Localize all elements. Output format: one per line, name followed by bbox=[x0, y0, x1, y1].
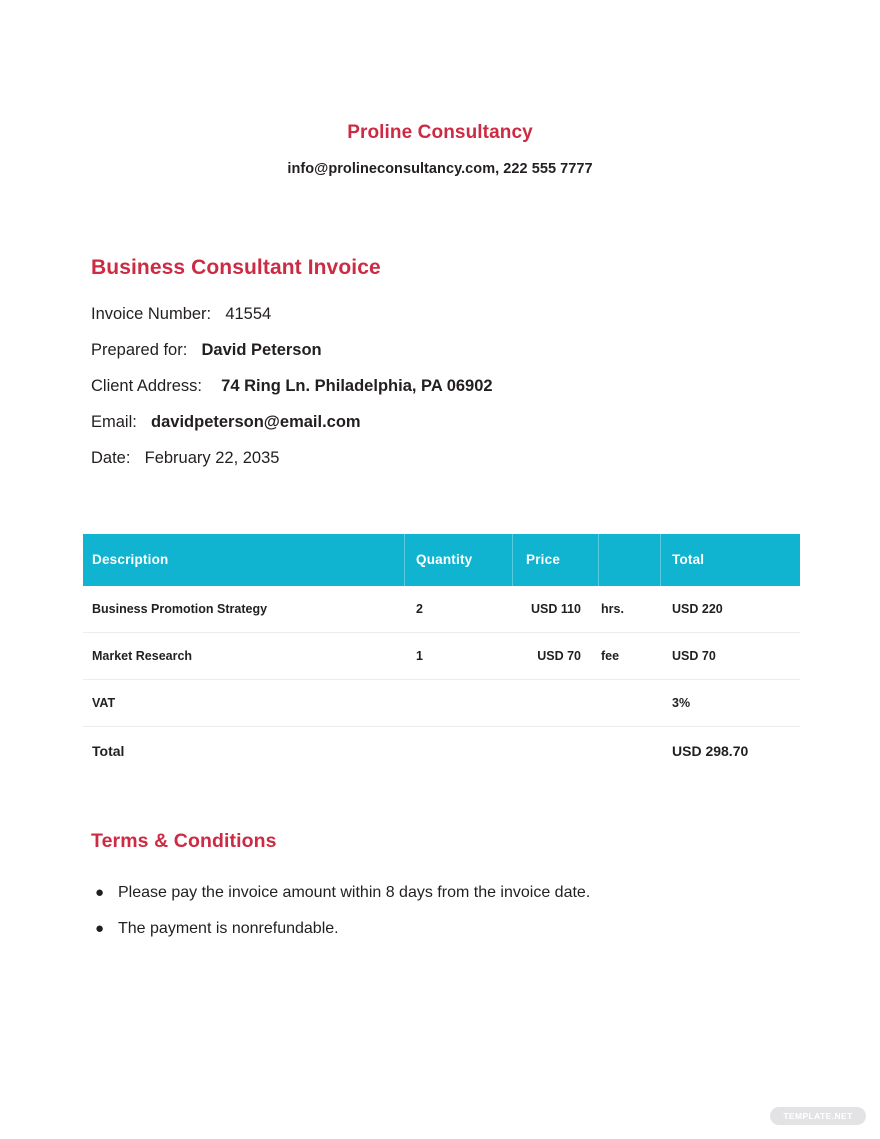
prepared-for-row: Prepared for: David Peterson bbox=[91, 332, 791, 368]
table-row: Market Research 1 USD 70 fee USD 70 bbox=[83, 633, 800, 680]
terms-list: ● Please pay the invoice amount within 8… bbox=[91, 875, 791, 947]
terms-and-conditions: Terms & Conditions ● Please pay the invo… bbox=[91, 830, 791, 947]
list-item: ● Please pay the invoice amount within 8… bbox=[91, 875, 791, 911]
invoice-details: Business Consultant Invoice Invoice Numb… bbox=[91, 256, 791, 476]
cell-quantity: 1 bbox=[416, 649, 423, 663]
line-items-table: Description Quantity Price Total Busines… bbox=[83, 534, 800, 773]
company-contact-line: info@prolineconsultancy.com, 222 555 777… bbox=[287, 160, 593, 177]
cell-total: USD 220 bbox=[672, 602, 723, 616]
email-value: davidpeterson@email.com bbox=[151, 413, 361, 431]
table-header-row: Description Quantity Price Total bbox=[83, 534, 800, 586]
grand-total-label: Total bbox=[92, 743, 125, 759]
email-label: Email: bbox=[91, 413, 137, 431]
cell-price: USD 110 bbox=[530, 602, 581, 616]
column-divider bbox=[512, 534, 513, 586]
company-name: Proline Consultancy bbox=[347, 122, 533, 143]
cell-vat-rate: 3% bbox=[672, 696, 691, 710]
column-divider bbox=[598, 534, 599, 586]
table-row: Business Promotion Strategy 2 USD 110 hr… bbox=[83, 586, 800, 633]
cell-quantity: 2 bbox=[416, 602, 423, 616]
invoice-page: Proline Consultancy info@prolineconsulta… bbox=[0, 0, 880, 1139]
letterhead: Proline Consultancy info@prolineconsulta… bbox=[0, 122, 880, 177]
date-value: February 22, 2035 bbox=[144, 449, 280, 467]
cell-description: Market Research bbox=[92, 649, 193, 663]
table-row-grand-total: Total USD 298.70 bbox=[83, 727, 800, 773]
date-label: Date: bbox=[91, 449, 131, 467]
bullet-icon: ● bbox=[95, 920, 105, 937]
watermark-text: TEMPLATE.NET bbox=[783, 1111, 853, 1121]
client-address-row: Client Address: 74 Ring Ln. Philadelphia… bbox=[91, 368, 791, 404]
client-address-label: Client Address: bbox=[91, 377, 202, 395]
prepared-for-value: David Peterson bbox=[201, 341, 322, 359]
page-title: Business Consultant Invoice bbox=[91, 256, 381, 279]
column-header-total: Total bbox=[672, 552, 705, 567]
list-item: ● The payment is nonrefundable. bbox=[91, 911, 791, 947]
column-divider bbox=[660, 534, 661, 586]
terms-item-text: The payment is nonrefundable. bbox=[118, 920, 339, 937]
column-header-quantity: Quantity bbox=[416, 552, 473, 567]
cell-description: VAT bbox=[92, 696, 116, 710]
invoice-number-value: 41554 bbox=[225, 305, 272, 323]
cell-price: USD 70 bbox=[537, 649, 581, 663]
bullet-icon: ● bbox=[95, 884, 105, 901]
prepared-for-label: Prepared for: bbox=[91, 341, 188, 359]
terms-title: Terms & Conditions bbox=[91, 830, 277, 852]
cell-unit: fee bbox=[601, 649, 620, 663]
client-address-value: 74 Ring Ln. Philadelphia, PA 06902 bbox=[221, 377, 493, 395]
terms-item-text: Please pay the invoice amount within 8 d… bbox=[118, 884, 591, 901]
column-header-description: Description bbox=[92, 552, 169, 567]
cell-unit: hrs. bbox=[601, 602, 624, 616]
table-row-vat: VAT 3% bbox=[83, 680, 800, 727]
cell-total: USD 70 bbox=[672, 649, 716, 663]
invoice-number-label: Invoice Number: bbox=[91, 305, 212, 323]
invoice-number-row: Invoice Number: 41554 bbox=[91, 296, 791, 332]
date-row: Date: February 22, 2035 bbox=[91, 440, 791, 476]
column-header-price: Price bbox=[526, 552, 561, 567]
watermark-badge: TEMPLATE.NET bbox=[770, 1107, 866, 1125]
grand-total-amount: USD 298.70 bbox=[672, 743, 749, 759]
column-divider bbox=[404, 534, 405, 586]
email-row: Email: davidpeterson@email.com bbox=[91, 404, 791, 440]
cell-description: Business Promotion Strategy bbox=[92, 602, 268, 616]
